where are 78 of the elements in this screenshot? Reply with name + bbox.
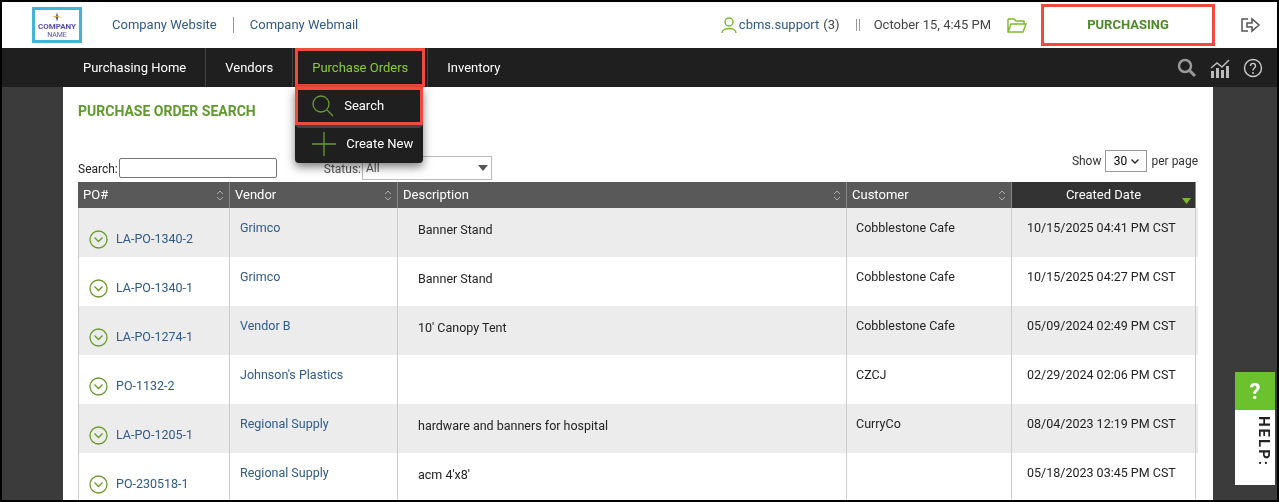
customer-cell: Cobblestone Cafe — [856, 220, 955, 235]
user-icon — [720, 16, 737, 34]
caret-icon — [478, 165, 488, 171]
po-link[interactable]: LA-PO-1274-1 — [116, 328, 193, 347]
vendor-link[interactable]: Vendor B — [240, 318, 291, 333]
module-button[interactable]: PURCHASING — [1041, 4, 1215, 46]
expand-icon[interactable] — [89, 230, 108, 249]
vendor-link[interactable]: Johnson's Plastics — [240, 367, 344, 382]
expand-icon[interactable] — [89, 475, 108, 494]
logo-mark-icon — [51, 11, 63, 22]
user-count: (3) — [823, 16, 840, 35]
expand-icon[interactable] — [89, 328, 108, 347]
customer-cell: CZCJ — [856, 367, 887, 382]
sort-icon — [833, 189, 841, 201]
header-link[interactable]: Company Website — [112, 15, 217, 35]
po-link[interactable]: LA-PO-1340-1 — [116, 279, 193, 298]
per-page-select[interactable]: 30 — [1105, 150, 1148, 172]
po-link[interactable]: LA-PO-1340-2 — [116, 230, 193, 249]
description-cell: acm 4'x8' — [418, 467, 471, 482]
description-cell: hardware and banners for hospital — [418, 418, 609, 433]
expand-icon[interactable] — [89, 377, 108, 396]
vendor-link[interactable]: Grimco — [240, 269, 281, 284]
user-link[interactable]: cbms.support — [738, 15, 820, 35]
header-link[interactable]: Company Webmail — [249, 15, 359, 35]
description-cell: 10' Canopy Tent — [418, 320, 507, 335]
help-tab[interactable]: ? HELP: — [1235, 372, 1275, 485]
search-icon — [312, 95, 335, 117]
nav-tab[interactable]: Purchasing Home — [66, 48, 204, 87]
date-cell: 05/18/2023 03:45 PM CST — [1027, 465, 1176, 480]
page-title: PURCHASE ORDER SEARCH — [78, 102, 256, 121]
search-label: Search: — [78, 161, 118, 178]
column-header[interactable]: Vendor — [230, 182, 398, 208]
column-header[interactable]: Customer — [847, 182, 1012, 208]
help-icon[interactable] — [1243, 57, 1263, 78]
date-cell: 05/09/2024 02:49 PM CST — [1027, 318, 1176, 333]
chart-icon[interactable] — [1209, 57, 1231, 78]
nav-tab[interactable]: Purchase Orders — [295, 48, 426, 87]
sort-icon — [216, 189, 224, 201]
vendor-link[interactable]: Grimco — [240, 220, 281, 235]
date-cell: 02/29/2024 02:06 PM CST — [1027, 367, 1176, 382]
logout-icon[interactable] — [1239, 16, 1261, 34]
logo-text: COMPANY — [37, 21, 77, 31]
folder-icon[interactable] — [1007, 17, 1027, 33]
column-header[interactable]: Description — [398, 182, 847, 208]
plus-icon — [312, 132, 337, 156]
date-cell: 10/15/2025 04:27 PM CST — [1027, 269, 1176, 284]
search-icon[interactable] — [1177, 57, 1197, 78]
customer-cell: CurryCo — [856, 416, 901, 431]
customer-cell: Cobblestone Cafe — [856, 318, 955, 333]
customer-cell: Cobblestone Cafe — [856, 269, 955, 284]
date-cell: 08/04/2023 12:19 PM CST — [1027, 416, 1176, 431]
date-cell: 10/15/2025 04:41 PM CST — [1027, 220, 1176, 235]
column-header[interactable]: PO# — [78, 182, 230, 208]
nav-tab[interactable]: Inventory — [430, 48, 518, 87]
status-select[interactable]: All — [362, 156, 492, 180]
vendor-link[interactable]: Regional Supply — [240, 416, 329, 431]
status-label: Status: — [323, 161, 361, 178]
sort-desc-icon — [1182, 198, 1191, 204]
column-header[interactable]: Created Date — [1012, 182, 1196, 208]
caret-icon — [1131, 158, 1140, 164]
nav-tab[interactable]: Vendors — [208, 48, 291, 87]
search-field[interactable] — [118, 158, 277, 178]
sort-icon — [998, 189, 1006, 201]
sort-icon — [384, 189, 392, 201]
po-link[interactable]: PO-230518-1 — [116, 475, 189, 494]
description-cell: Banner Stand — [418, 222, 493, 237]
help-question-icon: ? — [1235, 372, 1275, 410]
current-datetime: October 15, 4:45 PM — [873, 16, 991, 35]
description-cell: Banner Stand — [418, 271, 493, 286]
expand-icon[interactable] — [89, 426, 108, 445]
per-page-label: per page — [1151, 153, 1198, 170]
dropdown-item[interactable]: Search — [295, 87, 424, 125]
help-label: HELP: — [1254, 416, 1274, 468]
vendor-link[interactable]: Regional Supply — [240, 465, 329, 480]
expand-icon[interactable] — [89, 279, 108, 298]
po-link[interactable]: LA-PO-1205-1 — [116, 426, 193, 445]
show-label: Show — [1071, 153, 1102, 170]
po-link[interactable]: PO-1132-2 — [116, 377, 175, 396]
